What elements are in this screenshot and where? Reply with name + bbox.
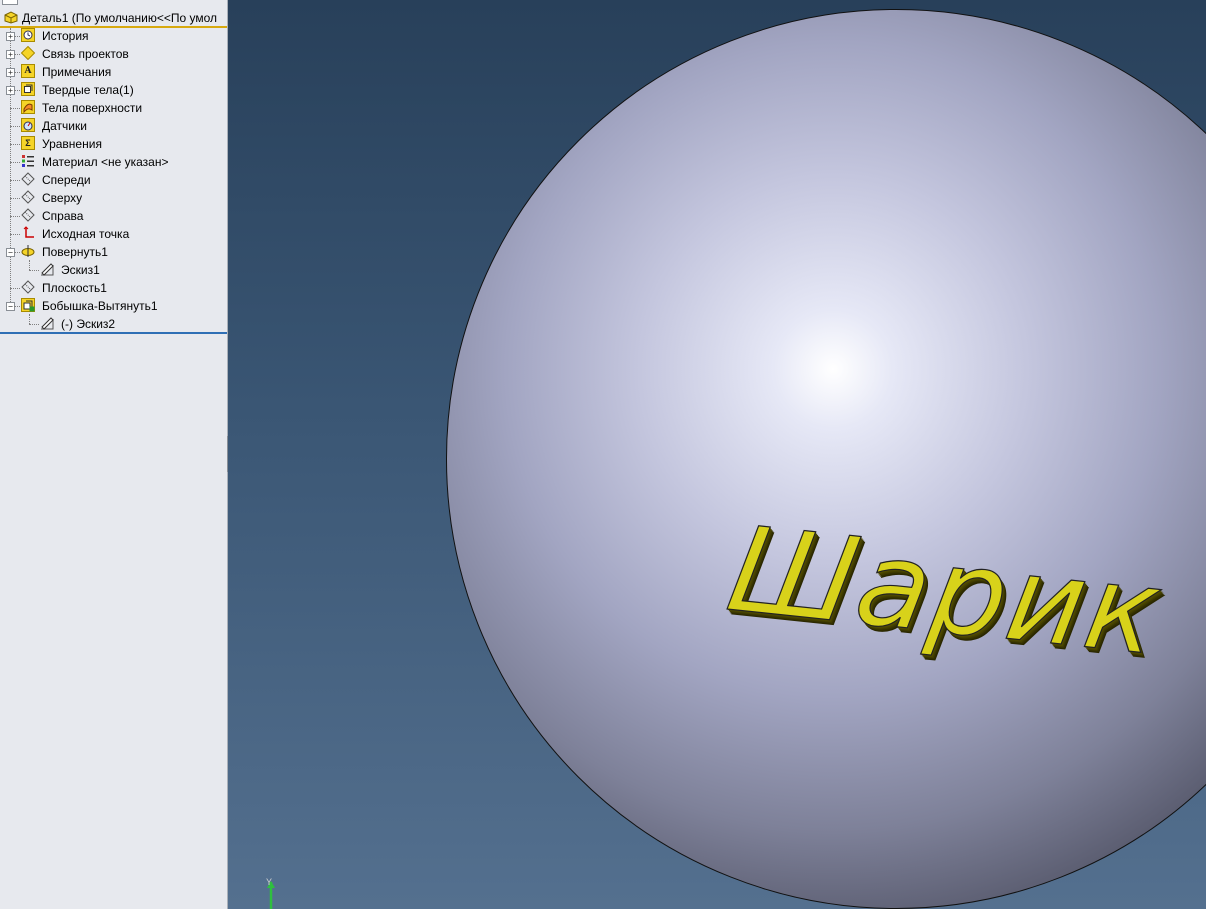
tree-item-right-plane[interactable]: Справа — [0, 207, 227, 225]
tree-item-label: Повернуть1 — [42, 245, 108, 259]
tree-item-front-plane[interactable]: Спереди — [0, 171, 227, 189]
graphics-viewport[interactable]: Шарик Y — [228, 0, 1206, 909]
revolve-icon — [21, 245, 35, 257]
tree-item-label: Уравнения — [42, 137, 102, 151]
origin-icon — [23, 226, 34, 238]
material-icon — [22, 155, 34, 167]
tree-item-sensors[interactable]: Датчики — [0, 117, 227, 135]
tree-item-label: Материал <не указан> — [42, 155, 169, 169]
panel-top-strip — [0, 0, 227, 8]
tree-line — [14, 306, 20, 307]
tree-line — [10, 234, 20, 235]
tree-line — [10, 126, 20, 127]
tree-line — [14, 252, 20, 253]
root-label: Деталь1 (По умолчанию<<По умол — [22, 11, 218, 25]
tree-item-label: Плоскость1 — [42, 281, 107, 295]
tree-item-origin[interactable]: Исходная точка — [0, 225, 227, 243]
tree-item-label: История — [42, 29, 89, 43]
extrude-icon — [21, 298, 35, 312]
tree-item-label: Примечания — [42, 65, 112, 79]
sketch-icon — [41, 317, 54, 330]
sphere-model[interactable] — [446, 9, 1206, 909]
tree-item-design-binder[interactable]: + Связь проектов — [0, 45, 227, 63]
tree-item-label: Тела поверхности — [42, 101, 143, 115]
sensors-icon — [21, 118, 35, 132]
tree-line — [29, 270, 39, 271]
plane-icon — [21, 172, 35, 186]
tree-line — [10, 216, 20, 217]
tree-item-label: Эскиз1 — [61, 263, 100, 277]
tree-line — [10, 144, 20, 145]
sketch-icon — [41, 263, 54, 276]
tree-item-material[interactable]: Материал <не указан> — [0, 153, 227, 171]
tree-item-equations[interactable]: Σ Уравнения — [0, 135, 227, 153]
tree-line — [14, 72, 20, 73]
tree-item-label: Датчики — [42, 119, 87, 133]
tree-item-label: (-) Эскиз2 — [61, 317, 116, 331]
tree-line — [14, 90, 20, 91]
solid-bodies-icon — [21, 82, 35, 96]
tree-item-history[interactable]: + История — [0, 27, 227, 45]
surface-bodies-icon — [21, 100, 35, 114]
tree-line — [14, 54, 20, 55]
tree-item-surface-bodies[interactable]: Тела поверхности — [0, 99, 227, 117]
tree-item-label: Бобышка-Вытянуть1 — [42, 299, 158, 313]
feature-manager-tree: Деталь1 (По умолчанию<<По умол + История… — [0, 0, 228, 909]
tree-line — [10, 198, 20, 199]
tree-item-label: Сверху — [42, 191, 83, 205]
tree-item-top-plane[interactable]: Сверху — [0, 189, 227, 207]
tree-item-label: Связь проектов — [42, 47, 129, 61]
plane-icon — [21, 190, 35, 204]
plane-icon — [21, 208, 35, 222]
tree-item-extrude1[interactable]: − Бобышка-Вытянуть1 — [0, 297, 227, 315]
design-binder-icon — [21, 46, 35, 60]
tree-item-label: Справа — [42, 209, 84, 223]
history-icon — [21, 28, 35, 42]
tree-item-revolve1[interactable]: − Повернуть1 — [0, 243, 227, 261]
tree-line — [29, 324, 39, 325]
annotations-icon: A — [21, 64, 35, 78]
tree-line — [10, 108, 20, 109]
axis-y-label: Y — [266, 877, 273, 887]
tree-item-sketch2[interactable]: (-) Эскиз2 — [0, 315, 227, 333]
tree-line — [10, 162, 20, 163]
part-icon — [4, 11, 18, 24]
tree-item-plane1[interactable]: Плоскость1 — [0, 279, 227, 297]
tree-item-label: Твердые тела(1) — [42, 83, 134, 97]
tree-item-annotations[interactable]: + A Примечания — [0, 63, 227, 81]
plane-icon — [21, 280, 35, 294]
tree-line — [14, 36, 20, 37]
tree-item-label: Исходная точка — [42, 227, 130, 241]
tree-item-label: Спереди — [42, 173, 91, 187]
tree-item-sketch1[interactable]: Эскиз1 — [0, 261, 227, 279]
equations-icon: Σ — [21, 136, 35, 150]
tree-line — [10, 180, 20, 181]
tree-item-solid-bodies[interactable]: + Твердые тела(1) — [0, 81, 227, 99]
tree-root-part[interactable]: Деталь1 (По умолчанию<<По умол — [0, 9, 227, 28]
filter-box[interactable] — [2, 0, 18, 5]
tree-line — [10, 288, 20, 289]
rollback-bar[interactable] — [0, 332, 227, 334]
